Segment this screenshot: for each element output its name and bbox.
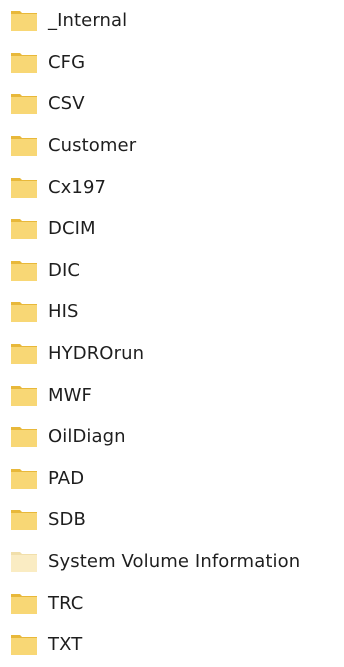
folder-item-oildiagn[interactable]: OilDiagn bbox=[10, 416, 344, 458]
folder-icon bbox=[10, 259, 38, 282]
folder-name: HYDROrun bbox=[48, 343, 145, 365]
folder-item-sdb[interactable]: SDB bbox=[10, 499, 344, 541]
folder-item-txt[interactable]: TXT bbox=[10, 624, 344, 666]
folder-name: Cx197 bbox=[48, 176, 107, 198]
folder-item-his[interactable]: HIS bbox=[10, 291, 344, 333]
folder-icon bbox=[10, 633, 38, 656]
folder-item-system-volume-information[interactable]: System Volume Information bbox=[10, 541, 344, 583]
folder-name: Customer bbox=[48, 135, 137, 157]
folder-icon bbox=[10, 51, 38, 74]
folder-name: TRC bbox=[48, 592, 84, 614]
folder-icon bbox=[10, 508, 38, 531]
folder-item-dic[interactable]: DIC bbox=[10, 250, 344, 292]
folder-icon bbox=[10, 176, 38, 199]
folder-item-dcim[interactable]: DCIM bbox=[10, 208, 344, 250]
folder-name: System Volume Information bbox=[48, 551, 301, 573]
folder-icon bbox=[10, 92, 38, 115]
folder-item-hydrorun[interactable]: HYDROrun bbox=[10, 333, 344, 375]
folder-item-cx197[interactable]: Cx197 bbox=[10, 166, 344, 208]
folder-icon bbox=[10, 9, 38, 32]
folder-icon bbox=[10, 550, 38, 573]
folder-item-customer[interactable]: Customer bbox=[10, 125, 344, 167]
folder-item-internal[interactable]: _Internal bbox=[10, 0, 344, 42]
folder-name: OilDiagn bbox=[48, 426, 126, 448]
folder-name: PAD bbox=[48, 467, 85, 489]
folder-item-csv[interactable]: CSV bbox=[10, 83, 344, 125]
folder-item-mwf[interactable]: MWF bbox=[10, 374, 344, 416]
folder-icon bbox=[10, 425, 38, 448]
folder-icon bbox=[10, 217, 38, 240]
folder-name: HIS bbox=[48, 301, 79, 323]
folder-icon bbox=[10, 300, 38, 323]
folder-name: TXT bbox=[48, 634, 83, 656]
folder-item-pad[interactable]: PAD bbox=[10, 458, 344, 500]
folder-item-trc[interactable]: TRC bbox=[10, 582, 344, 624]
folder-name: DCIM bbox=[48, 218, 96, 240]
folder-icon bbox=[10, 592, 38, 615]
folder-name: DIC bbox=[48, 259, 81, 281]
folder-icon bbox=[10, 342, 38, 365]
folder-item-cfg[interactable]: CFG bbox=[10, 42, 344, 84]
folder-name: CFG bbox=[48, 51, 86, 73]
folder-icon bbox=[10, 467, 38, 490]
folder-icon bbox=[10, 134, 38, 157]
folder-icon bbox=[10, 384, 38, 407]
folder-name: _Internal bbox=[48, 10, 128, 32]
folder-name: MWF bbox=[48, 384, 92, 406]
folder-list: _Internal CFG CSV Customer Cx197 DCIM DI… bbox=[10, 0, 344, 666]
folder-name: CSV bbox=[48, 93, 85, 115]
folder-name: SDB bbox=[48, 509, 86, 531]
